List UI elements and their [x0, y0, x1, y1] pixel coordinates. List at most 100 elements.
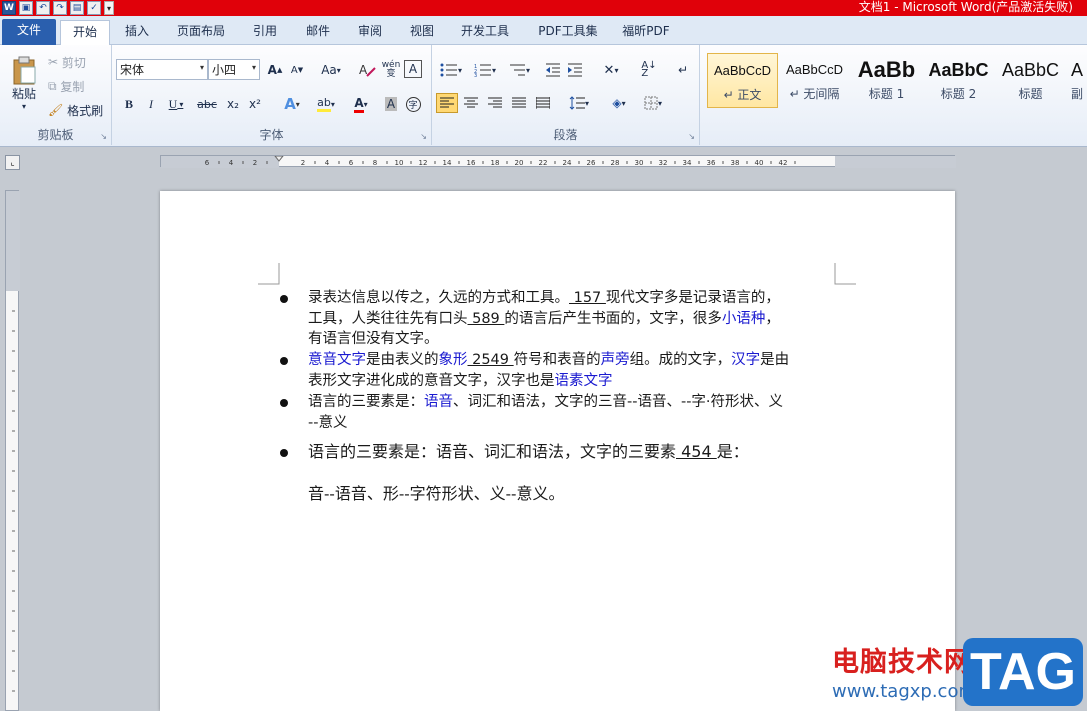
char-shading-button[interactable]: A	[380, 94, 402, 114]
copy-button[interactable]: ⧉ 复制	[48, 77, 84, 95]
format-painter-button[interactable]: 🖌 格式刷	[48, 101, 103, 119]
hyperlink[interactable]: 语音	[424, 394, 453, 410]
change-case-button[interactable]: Aa ▾	[316, 60, 346, 80]
paragraph-group: ▾ 1 2 3 ▾ ▾ ✕ ▾ A↓ Z ↵ ▾ ◈ ▾ ▾ 段落 ↘	[432, 45, 700, 145]
list-item[interactable]: 录表达信息以传之，久远的方式和工具。 157 现代文字多是记录语言的， 工具，人…	[280, 288, 780, 350]
show-marks-button[interactable]: ↵	[672, 60, 694, 80]
list-item[interactable]: 语言的三要素是：语音、词汇和语法，文字的三要素 454 是： 音--语音、形--…	[280, 441, 749, 505]
copy-icon: ⧉	[48, 78, 61, 93]
clear-format-icon[interactable]: A	[356, 60, 378, 80]
list-item[interactable]: 意音文字是由表义的象形 2549 符号和表音的声旁组。成的文字，汉字是由 表形文…	[280, 350, 789, 391]
redo-icon[interactable]: ↷	[53, 1, 67, 15]
hyperlink[interactable]: 象形	[439, 352, 468, 368]
ruler-tick-label: 30	[635, 159, 644, 167]
style-heading-1[interactable]: AaBb 标题 1	[851, 53, 922, 108]
tab-foxit-pdf[interactable]: 福昕PDF	[614, 20, 678, 45]
subscript-button[interactable]: x₂	[222, 94, 244, 114]
numbering-button[interactable]: 1 2 3 ▾	[470, 60, 500, 80]
style-title[interactable]: AaBbC 标题	[995, 53, 1066, 108]
hyperlink[interactable]: 语素文字	[555, 373, 613, 389]
margin-corner-mark	[258, 263, 280, 285]
ruler-tick-label: 40	[755, 159, 764, 167]
ruler-tick-label: 8	[373, 159, 377, 167]
multilevel-list-button[interactable]: ▾	[504, 60, 534, 80]
align-right-button[interactable]	[484, 93, 506, 113]
grow-font-button[interactable]: A ▲	[264, 60, 286, 80]
enclosed-char-icon[interactable]: 字	[402, 94, 424, 114]
list-item[interactable]: 语言的三要素是：语音、词汇和语法，文字的三音--语音、--字·符形状、义 --意…	[280, 392, 783, 433]
svg-text:A: A	[359, 63, 368, 77]
tab-developer[interactable]: 开发工具	[452, 20, 518, 45]
style-heading-2[interactable]: AaBbC 标题 2	[923, 53, 994, 108]
distributed-button[interactable]	[532, 93, 554, 113]
print-preview-icon[interactable]: ▤	[70, 1, 84, 15]
customize-qat-icon[interactable]: ▾	[104, 1, 114, 15]
shrink-font-button[interactable]: A ▼	[286, 60, 308, 80]
tab-home[interactable]: 开始	[60, 20, 110, 45]
tab-page-layout[interactable]: 页面布局	[168, 20, 234, 45]
paste-dropdown-icon[interactable]: ▾	[22, 102, 26, 111]
tab-review[interactable]: 审阅	[348, 20, 392, 45]
justify-button[interactable]	[508, 93, 530, 113]
font-group: 宋体 ▾ 小四 ▾ A ▲ A ▼ Aa ▾ A wén 变 A B I U ▾ abc x…	[112, 45, 432, 145]
paragraph-launcher-icon[interactable]: ↘	[688, 132, 695, 141]
word-app-icon[interactable]: W	[2, 1, 16, 15]
style-normal[interactable]: AaBbCcD ↵ 正文	[707, 53, 778, 108]
save-icon[interactable]: ▣	[19, 1, 33, 15]
shading-button[interactable]: ◈ ▾	[604, 93, 634, 113]
italic-button[interactable]: I	[140, 94, 162, 114]
strikethrough-button[interactable]: abc	[194, 94, 220, 114]
tab-mailings[interactable]: 邮件	[296, 20, 340, 45]
align-left-button[interactable]	[436, 93, 458, 113]
vertical-ruler[interactable]	[5, 190, 20, 711]
paste-button[interactable]: 粘贴 ▾	[6, 51, 42, 115]
increase-indent-button[interactable]	[564, 60, 586, 80]
font-launcher-icon[interactable]: ↘	[420, 132, 427, 141]
document-page[interactable]: 录表达信息以传之，久远的方式和工具。 157 现代文字多是记录语言的， 工具，人…	[160, 191, 955, 711]
style-no-spacing[interactable]: AaBbCcD ↵ 无间隔	[779, 53, 850, 108]
hyperlink[interactable]: 小语种	[722, 311, 766, 327]
ruler-tick-label: 32	[659, 159, 668, 167]
char-border-button[interactable]: A	[404, 60, 422, 78]
sort-button[interactable]: A↓ Z	[638, 60, 660, 80]
superscript-button[interactable]: x²	[244, 94, 266, 114]
ruler-tick-label: 10	[395, 159, 404, 167]
tab-references[interactable]: 引用	[243, 20, 287, 45]
bullet-icon	[280, 449, 288, 457]
undo-icon[interactable]: ↶	[36, 1, 50, 15]
borders-button[interactable]: ▾	[638, 93, 668, 113]
font-name-select[interactable]: 宋体 ▾	[116, 59, 208, 80]
text-effects-button[interactable]: A ▾	[278, 94, 306, 114]
font-size-select[interactable]: 小四 ▾	[208, 59, 260, 80]
highlight-button[interactable]: ab ▾	[310, 94, 342, 114]
hyperlink[interactable]: 意音文字	[308, 352, 366, 368]
tab-view[interactable]: 视图	[400, 20, 444, 45]
align-center-button[interactable]	[460, 93, 482, 113]
tab-file[interactable]: 文件	[2, 19, 56, 45]
tab-pdf-tools[interactable]: PDF工具集	[530, 20, 606, 45]
phonetic-guide-button[interactable]: wén 变	[380, 60, 402, 80]
style-subtitle[interactable]: A 副	[1067, 53, 1087, 108]
decrease-indent-button[interactable]	[542, 60, 564, 80]
hyperlink[interactable]: 声旁	[601, 352, 630, 368]
quick-access-toolbar: W ▣ ↶ ↷ ▤ ✓ ▾	[0, 0, 114, 16]
horizontal-ruler[interactable]: 6 4 2 2 4 6 8 10 12 14 16 18 20 22 24 26 28 30 32 34 36 38 40 4…	[160, 155, 956, 168]
clipboard-launcher-icon[interactable]: ↘	[100, 132, 107, 141]
bullets-button[interactable]: ▾	[436, 60, 466, 80]
font-color-button[interactable]: A ▾	[346, 94, 376, 114]
line-spacing-button[interactable]: ▾	[564, 93, 594, 113]
ruler-tick-label: 4	[229, 159, 234, 167]
tab-insert[interactable]: 插入	[114, 20, 160, 45]
align-right-icon	[488, 97, 502, 108]
brush-icon: 🖌	[48, 103, 68, 117]
bold-button[interactable]: B	[118, 94, 140, 114]
spelling-icon[interactable]: ✓	[87, 1, 101, 15]
cut-button[interactable]: ✂ 剪切	[48, 53, 86, 71]
paragraph-mark-icon: ↵	[677, 63, 689, 77]
hyperlink[interactable]: 汉字	[731, 352, 760, 368]
line-spacing-icon	[569, 96, 585, 110]
tab-selector-icon[interactable]: ⌞	[5, 155, 20, 170]
scissors-icon: ✂	[48, 55, 62, 69]
chinese-layout-button[interactable]: ✕ ▾	[596, 60, 626, 80]
underline-button[interactable]: U ▾	[162, 94, 190, 114]
